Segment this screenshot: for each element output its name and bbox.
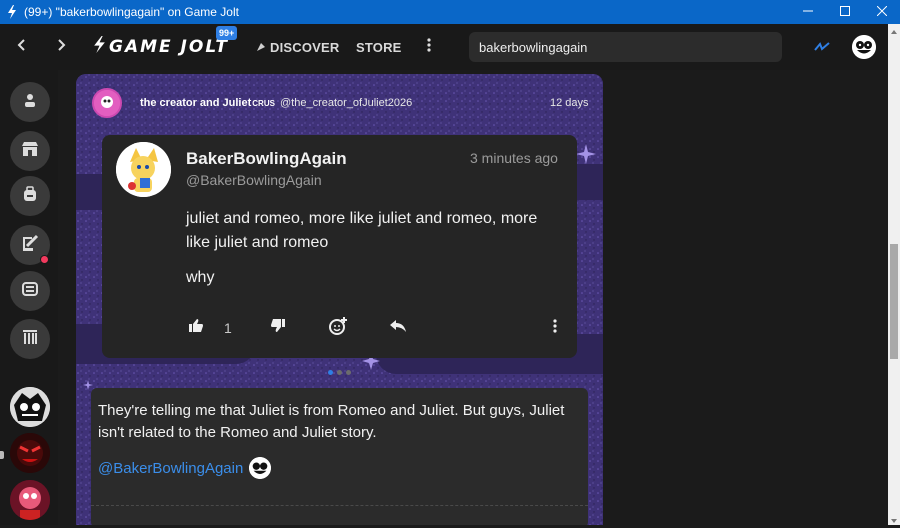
embedded-post-card: BakerBowlingAgain @BakerBowlingAgain 3 m… (102, 135, 577, 358)
forward-button[interactable] (48, 33, 76, 61)
back-arrow-icon (17, 38, 25, 56)
tv-icon (21, 280, 39, 303)
left-sidebar (0, 70, 58, 525)
author-handle[interactable]: @BakerBowlingAgain (186, 172, 322, 188)
quest-icon (21, 234, 39, 257)
mention-text: @BakerBowlingAgain (98, 459, 244, 477)
author-name[interactable]: BakerBowlingAgain (186, 149, 347, 169)
reply-button[interactable] (386, 317, 410, 339)
discover-icon (256, 40, 266, 55)
card-actions: 1 (102, 313, 577, 343)
creator-name[interactable]: the creator and JulietCRUS @the_creator_… (140, 97, 412, 109)
sidebar-item-library[interactable] (10, 319, 50, 359)
like-count: 1 (224, 320, 232, 336)
sidebar-item-tv[interactable] (10, 271, 50, 311)
maximize-button[interactable] (827, 0, 863, 24)
sidebar-community-2[interactable] (10, 433, 50, 473)
gamejolt-bolt-icon (93, 36, 106, 58)
notification-badge: 99+ (216, 26, 238, 40)
sidebar-community-3[interactable] (10, 480, 50, 520)
card-timestamp: 3 minutes ago (470, 150, 558, 166)
minimize-button[interactable] (790, 0, 826, 24)
like-button[interactable] (184, 317, 208, 339)
reply-icon (389, 319, 407, 338)
brand-name: GAME JOLT (109, 37, 229, 57)
user-avatar[interactable] (852, 35, 876, 59)
active-indicator (0, 451, 4, 459)
card-body-text-2: why (186, 269, 215, 286)
sticker-add-icon (328, 316, 348, 341)
more-vertical-icon (427, 37, 431, 57)
store-link[interactable]: STORE (356, 40, 402, 55)
post-header: the creator and JulietCRUS @the_creator_… (76, 74, 603, 126)
shop-icon (21, 141, 39, 162)
more-vertical-icon (553, 318, 557, 338)
scroll-thumb[interactable] (890, 244, 898, 359)
author-avatar[interactable] (116, 142, 171, 197)
top-navigation: GAME JOLT 99+ DISCOVER STORE (0, 24, 888, 70)
discover-label: DISCOVER (270, 40, 340, 55)
window-title: (99+) "bakerbowlingagain" on Game Jolt (24, 5, 239, 19)
activity-button[interactable] (814, 40, 830, 58)
card-body-text: juliet and romeo, more like juliet and r… (186, 210, 538, 251)
like-icon (188, 318, 204, 338)
more-menu-button[interactable] (422, 36, 436, 58)
scroll-up-button[interactable] (888, 24, 900, 36)
comment-text: They're telling me that Juliet is from R… (98, 402, 565, 441)
gamejolt-logo[interactable]: GAME JOLT (93, 36, 229, 58)
forward-arrow-icon (58, 38, 66, 56)
carousel-dots (328, 370, 351, 375)
window-scrollbar[interactable] (888, 24, 900, 525)
close-icon (876, 5, 888, 19)
post-comment: They're telling me that Juliet is from R… (91, 388, 588, 525)
dislike-button[interactable] (266, 317, 290, 339)
sidebar-item-profile[interactable] (10, 82, 50, 122)
scroll-down-icon (891, 510, 897, 528)
sidebar-item-shop[interactable] (10, 131, 50, 171)
sidebar-community-1[interactable] (10, 387, 50, 427)
maximize-icon (840, 5, 850, 19)
notification-dot (40, 255, 49, 264)
scroll-up-icon (891, 21, 897, 39)
comment-divider (91, 505, 588, 506)
gamejolt-bolt-icon (2, 0, 22, 24)
carousel-dot[interactable] (337, 370, 342, 375)
mention-link[interactable]: @BakerBowlingAgain (98, 457, 272, 479)
user-icon (22, 92, 38, 113)
store-label: STORE (356, 40, 402, 55)
creator-tag: CRUS (252, 99, 275, 108)
card-more-button[interactable] (543, 317, 567, 339)
dislike-icon (270, 318, 286, 338)
window-titlebar: (99+) "bakerbowlingagain" on Game Jolt (0, 0, 900, 24)
scroll-down-button[interactable] (888, 513, 900, 525)
creator-avatar[interactable] (92, 88, 122, 118)
minimize-icon (803, 5, 813, 19)
post-timestamp: 12 days (550, 97, 589, 109)
library-icon (22, 329, 38, 350)
search-input[interactable] (469, 32, 782, 62)
add-sticker-button[interactable] (326, 316, 350, 341)
main-content: the creator and JulietCRUS @the_creator_… (58, 70, 888, 525)
discover-link[interactable]: DISCOVER (256, 40, 340, 55)
creator-handle: @the_creator_ofJuliet2026 (280, 97, 413, 109)
back-button[interactable] (7, 33, 35, 61)
mention-avatar (249, 457, 272, 479)
creator-name-text: the creator and Juliet (140, 97, 252, 109)
activity-icon (814, 40, 830, 57)
carousel-dot[interactable] (346, 370, 351, 375)
sidebar-item-backpack[interactable] (10, 176, 50, 216)
carousel-dot[interactable] (328, 370, 333, 375)
backpack-icon (23, 185, 37, 207)
